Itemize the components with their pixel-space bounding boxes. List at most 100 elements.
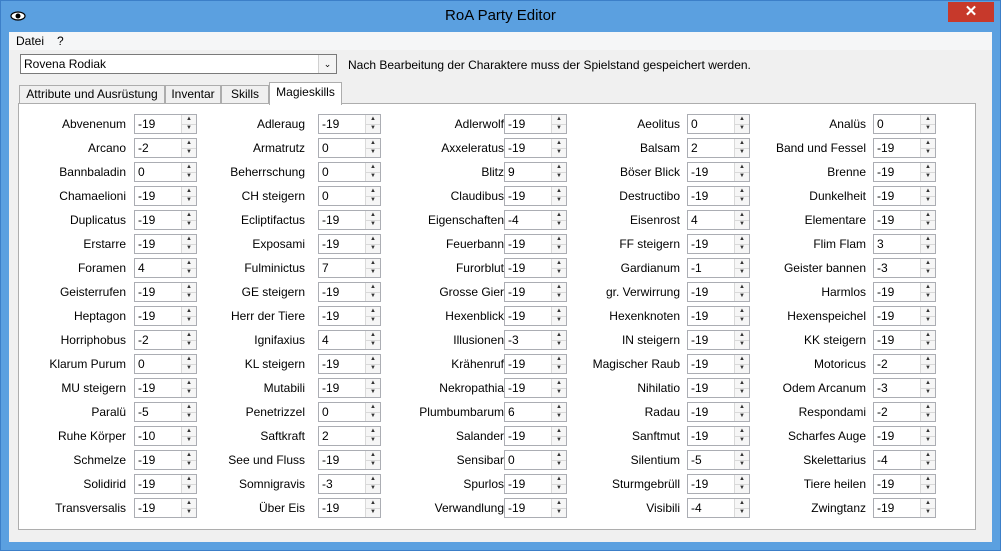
chevron-down-icon[interactable]: ▼ [366,484,380,493]
spell-value[interactable]: -19 [322,501,339,515]
chevron-down-icon[interactable]: ▼ [182,244,196,253]
spell-value-stepper[interactable]: -3 ▲ ▼ [873,258,936,278]
chevron-down-icon[interactable]: ▼ [366,196,380,205]
spell-value[interactable]: -19 [322,213,339,227]
chevron-down-icon[interactable]: ▼ [182,412,196,421]
spell-value[interactable]: 6 [508,405,515,419]
chevron-down-icon[interactable]: ▼ [735,292,749,301]
spell-value-stepper[interactable]: -19 ▲ ▼ [504,306,567,326]
title-bar[interactable]: RoA Party Editor ✕ [1,1,1000,32]
spell-value-stepper[interactable]: -19 ▲ ▼ [687,186,750,206]
chevron-down-icon[interactable]: ▼ [735,172,749,181]
spell-value-stepper[interactable]: -19 ▲ ▼ [873,330,936,350]
spell-value[interactable]: 0 [508,453,515,467]
spell-value-stepper[interactable]: 4 ▲ ▼ [687,210,750,230]
spell-value-stepper[interactable]: -19 ▲ ▼ [134,378,197,398]
spell-value[interactable]: -19 [138,309,155,323]
spell-value-stepper[interactable]: 0 ▲ ▼ [873,114,936,134]
spell-value-stepper[interactable]: -5 ▲ ▼ [134,402,197,422]
chevron-down-icon[interactable]: ▼ [552,508,566,517]
chevron-down-icon[interactable]: ▼ [182,460,196,469]
spell-value[interactable]: -19 [138,477,155,491]
spell-value-stepper[interactable]: -19 ▲ ▼ [134,282,197,302]
chevron-down-icon[interactable]: ▼ [735,340,749,349]
chevron-down-icon[interactable]: ▼ [735,436,749,445]
chevron-down-icon[interactable]: ▼ [921,292,935,301]
chevron-down-icon[interactable]: ▼ [182,124,196,133]
chevron-down-icon[interactable]: ⌄ [318,55,336,73]
chevron-down-icon[interactable]: ▼ [366,148,380,157]
spell-value-stepper[interactable]: -19 ▲ ▼ [504,114,567,134]
spell-value-stepper[interactable]: -19 ▲ ▼ [504,474,567,494]
spell-value-stepper[interactable]: -19 ▲ ▼ [873,498,936,518]
spell-value-stepper[interactable]: -19 ▲ ▼ [134,186,197,206]
spell-value[interactable]: -19 [322,381,339,395]
spell-value-stepper[interactable]: -19 ▲ ▼ [134,210,197,230]
spell-value-stepper[interactable]: -19 ▲ ▼ [318,234,381,254]
spell-value-stepper[interactable]: -19 ▲ ▼ [873,306,936,326]
chevron-down-icon[interactable]: ▼ [921,244,935,253]
spell-value-stepper[interactable]: 2 ▲ ▼ [687,138,750,158]
menu-datei[interactable]: Datei [16,34,44,48]
chevron-down-icon[interactable]: ▼ [921,268,935,277]
spell-value[interactable]: 4 [322,333,329,347]
spell-value-stepper[interactable]: -19 ▲ ▼ [687,474,750,494]
spell-value[interactable]: -3 [877,261,888,275]
spell-value-stepper[interactable]: -5 ▲ ▼ [687,450,750,470]
spell-value-stepper[interactable]: -19 ▲ ▼ [873,138,936,158]
spell-value[interactable]: 0 [322,189,329,203]
spell-value[interactable]: -5 [138,405,149,419]
spell-value-stepper[interactable]: 0 ▲ ▼ [318,402,381,422]
menu-help[interactable]: ? [57,34,64,48]
chevron-down-icon[interactable]: ▼ [735,268,749,277]
spell-value-stepper[interactable]: -19 ▲ ▼ [687,330,750,350]
spell-value[interactable]: 0 [138,165,145,179]
spell-value[interactable]: -2 [138,141,149,155]
chevron-down-icon[interactable]: ▼ [366,412,380,421]
spell-value[interactable]: -19 [138,453,155,467]
spell-value-stepper[interactable]: -3 ▲ ▼ [504,330,567,350]
chevron-down-icon[interactable]: ▼ [366,460,380,469]
spell-value[interactable]: -19 [877,477,894,491]
spell-value[interactable]: -19 [877,285,894,299]
chevron-down-icon[interactable]: ▼ [552,484,566,493]
spell-value-stepper[interactable]: -2 ▲ ▼ [134,138,197,158]
chevron-down-icon[interactable]: ▼ [366,124,380,133]
chevron-down-icon[interactable]: ▼ [921,364,935,373]
spell-value[interactable]: -2 [877,405,888,419]
chevron-down-icon[interactable]: ▼ [921,316,935,325]
spell-value-stepper[interactable]: -4 ▲ ▼ [873,450,936,470]
chevron-down-icon[interactable]: ▼ [366,388,380,397]
spell-value[interactable]: -19 [138,501,155,515]
chevron-down-icon[interactable]: ▼ [735,244,749,253]
spell-value-stepper[interactable]: 4 ▲ ▼ [134,258,197,278]
spell-value[interactable]: 4 [691,213,698,227]
spell-value[interactable]: -19 [322,285,339,299]
spell-value[interactable]: -19 [138,189,155,203]
spell-value[interactable]: 0 [138,357,145,371]
chevron-down-icon[interactable]: ▼ [735,364,749,373]
spell-value[interactable]: -19 [877,141,894,155]
chevron-down-icon[interactable]: ▼ [735,148,749,157]
spell-value-stepper[interactable]: 0 ▲ ▼ [687,114,750,134]
spell-value-stepper[interactable]: 6 ▲ ▼ [504,402,567,422]
chevron-down-icon[interactable]: ▼ [735,220,749,229]
chevron-down-icon[interactable]: ▼ [366,508,380,517]
spell-value-stepper[interactable]: -19 ▲ ▼ [504,258,567,278]
spell-value-stepper[interactable]: -3 ▲ ▼ [873,378,936,398]
spell-value[interactable]: -19 [508,501,525,515]
close-button[interactable]: ✕ [948,2,994,22]
tab-attribute[interactable]: Attribute und Ausrüstung [19,85,165,104]
spell-value[interactable]: -19 [508,357,525,371]
spell-value-stepper[interactable]: -19 ▲ ▼ [504,234,567,254]
chevron-down-icon[interactable]: ▼ [921,196,935,205]
spell-value[interactable]: -19 [691,309,708,323]
spell-value-stepper[interactable]: -19 ▲ ▼ [504,282,567,302]
spell-value-stepper[interactable]: -19 ▲ ▼ [873,426,936,446]
spell-value[interactable]: -19 [877,309,894,323]
chevron-down-icon[interactable]: ▼ [552,124,566,133]
spell-value[interactable]: 0 [691,117,698,131]
spell-value[interactable]: -19 [877,165,894,179]
spell-value-stepper[interactable]: -19 ▲ ▼ [134,498,197,518]
spell-value-stepper[interactable]: -19 ▲ ▼ [504,378,567,398]
